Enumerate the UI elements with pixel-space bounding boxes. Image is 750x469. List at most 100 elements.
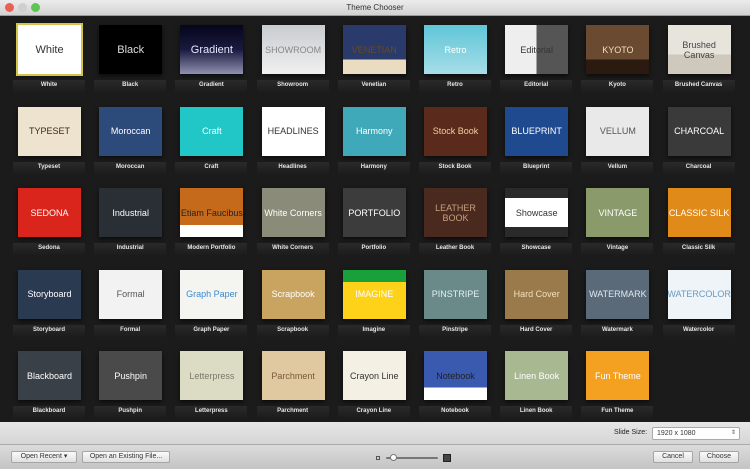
slide-size-select[interactable]: 1920 x 1080 ⇕ xyxy=(652,427,740,440)
theme-tile[interactable]: Storyboard Storyboard xyxy=(13,262,85,338)
theme-tile[interactable]: CHARCOAL Charcoal xyxy=(662,99,735,175)
theme-tile[interactable]: Letterpress Letterpress xyxy=(175,343,248,419)
theme-tile[interactable]: White White xyxy=(13,17,85,93)
slider-knob[interactable] xyxy=(390,454,397,461)
theme-thumbnail[interactable]: PORTFOLIO xyxy=(342,188,406,237)
theme-tile[interactable]: KYOTO Kyoto xyxy=(581,17,654,93)
theme-thumbnail[interactable]: KYOTO xyxy=(586,25,650,74)
theme-thumbnail[interactable]: Notebook xyxy=(424,351,487,400)
theme-thumbnail[interactable]: PINSTRIPE xyxy=(424,269,487,319)
theme-tile[interactable]: Parchment Parchment xyxy=(256,343,329,419)
theme-thumbnail[interactable]: Black xyxy=(99,25,163,74)
theme-tile[interactable]: Scrapbook Scrapbook xyxy=(256,262,329,338)
theme-thumbnail[interactable]: Stock Book xyxy=(424,106,487,156)
theme-thumbnail[interactable]: Parchment xyxy=(261,351,325,400)
choose-button[interactable]: Choose xyxy=(699,451,739,463)
theme-tile[interactable]: Showcase Showcase xyxy=(500,180,573,256)
theme-tile[interactable]: WATERMARK Watermark xyxy=(581,262,654,338)
theme-tile[interactable]: Stock Book Stock Book xyxy=(419,99,491,175)
theme-tile[interactable]: Craft Craft xyxy=(175,99,248,175)
theme-thumbnail[interactable]: VINTAGE xyxy=(586,188,650,237)
theme-thumbnail[interactable]: BLUEPRINT xyxy=(505,106,569,156)
theme-thumbnail[interactable]: HEADLINES xyxy=(261,106,325,156)
theme-thumbnail[interactable]: TYPESET xyxy=(18,106,81,156)
theme-thumbnail[interactable]: WATERMARK xyxy=(586,269,650,319)
theme-tile[interactable]: BLUEPRINT Blueprint xyxy=(500,99,573,175)
theme-thumbnail[interactable]: SEDONA xyxy=(18,188,81,237)
theme-thumbnail[interactable]: VENETIAN xyxy=(342,25,406,74)
thumbnail-size-slider[interactable] xyxy=(376,454,452,462)
theme-thumbnail[interactable]: Fun Theme xyxy=(586,351,650,400)
theme-thumbnail[interactable]: Etiam Faucibus xyxy=(180,188,244,237)
theme-tile[interactable]: Retro Retro xyxy=(419,17,491,93)
theme-thumbnail[interactable]: LEATHER BOOK xyxy=(424,188,487,237)
theme-thumbnail[interactable]: Showcase xyxy=(505,188,569,237)
theme-tile[interactable]: Linen Book Linen Book xyxy=(500,343,573,419)
theme-tile[interactable]: Etiam Faucibus Modern Portfolio xyxy=(175,180,248,256)
theme-thumbnail[interactable]: CLASSIC SILK xyxy=(667,188,731,237)
open-recent-button[interactable]: Open Recent ▾ xyxy=(11,451,77,463)
theme-tile[interactable]: Harmony Harmony xyxy=(337,99,410,175)
theme-tile[interactable]: Blackboard Blackboard xyxy=(13,343,85,419)
theme-tile[interactable]: Moroccan Moroccan xyxy=(94,99,167,175)
theme-thumbnail[interactable]: Editorial xyxy=(505,25,569,74)
theme-tile[interactable]: Formal Formal xyxy=(94,262,167,338)
theme-label: Harmony xyxy=(337,161,410,175)
theme-tile[interactable]: WATERCOLOR Watercolor xyxy=(662,262,735,338)
theme-thumbnail[interactable]: Blackboard xyxy=(18,351,81,400)
theme-tile[interactable]: HEADLINES Headlines xyxy=(256,99,329,175)
theme-tile[interactable]: VENETIAN Venetian xyxy=(337,17,410,93)
theme-tile[interactable]: Notebook Notebook xyxy=(419,343,491,419)
minimize-button[interactable] xyxy=(18,3,27,12)
theme-thumbnail[interactable]: Industrial xyxy=(99,188,163,237)
theme-thumbnail[interactable]: Storyboard xyxy=(18,269,81,319)
theme-tile[interactable]: Pushpin Pushpin xyxy=(94,343,167,419)
theme-tile[interactable]: SHOWROOM Showroom xyxy=(256,17,329,93)
theme-thumbnail[interactable]: Hard Cover xyxy=(505,269,569,319)
theme-tile[interactable]: Graph Paper Graph Paper xyxy=(175,262,248,338)
theme-tile[interactable]: Fun Theme Fun Theme xyxy=(581,343,654,419)
theme-tile[interactable]: VINTAGE Vintage xyxy=(581,180,654,256)
theme-tile[interactable]: Black Black xyxy=(94,17,167,93)
theme-tile[interactable]: Editorial Editorial xyxy=(500,17,573,93)
open-existing-file-button[interactable]: Open an Existing File... xyxy=(82,451,170,463)
theme-tile[interactable]: White Corners White Corners xyxy=(256,180,329,256)
theme-thumbnail[interactable]: Letterpress xyxy=(180,351,244,400)
theme-thumbnail[interactable]: IMAGINE xyxy=(342,269,406,319)
theme-label: Imagine xyxy=(337,324,410,338)
theme-tile[interactable]: Gradient Gradient xyxy=(175,17,248,93)
theme-thumbnail[interactable]: CHARCOAL xyxy=(667,106,731,156)
theme-tile[interactable]: Crayon Line Crayon Line xyxy=(337,343,410,419)
theme-thumbnail[interactable]: VELLUM xyxy=(586,106,650,156)
theme-tile[interactable]: SEDONA Sedona xyxy=(13,180,85,256)
theme-thumbnail[interactable]: Gradient xyxy=(180,25,244,74)
theme-tile[interactable]: Hard Cover Hard Cover xyxy=(500,262,573,338)
theme-tile[interactable]: LEATHER BOOK Leather Book xyxy=(419,180,491,256)
theme-tile[interactable]: VELLUM Vellum xyxy=(581,99,654,175)
theme-tile[interactable]: PINSTRIPE Pinstripe xyxy=(419,262,491,338)
theme-thumbnail[interactable]: WATERCOLOR xyxy=(667,269,731,319)
close-button[interactable] xyxy=(5,3,14,12)
theme-tile[interactable]: PORTFOLIO Portfolio xyxy=(337,180,410,256)
theme-thumbnail[interactable]: Graph Paper xyxy=(180,269,244,319)
theme-tile[interactable]: Brushed Canvas Brushed Canvas xyxy=(662,17,735,93)
theme-tile[interactable]: IMAGINE Imagine xyxy=(337,262,410,338)
theme-tile[interactable]: CLASSIC SILK Classic Silk xyxy=(662,180,735,256)
theme-thumbnail[interactable]: Linen Book xyxy=(505,351,569,400)
zoom-button[interactable] xyxy=(31,3,40,12)
theme-thumbnail[interactable]: Harmony xyxy=(342,106,406,156)
theme-thumbnail[interactable]: Brushed Canvas xyxy=(667,25,731,74)
theme-thumbnail[interactable]: Retro xyxy=(424,25,487,74)
theme-thumbnail[interactable]: Pushpin xyxy=(99,351,163,400)
theme-thumbnail[interactable]: Moroccan xyxy=(99,106,163,156)
theme-thumbnail[interactable]: SHOWROOM xyxy=(261,25,325,74)
theme-thumbnail[interactable]: Crayon Line xyxy=(342,351,406,400)
theme-thumbnail[interactable]: Craft xyxy=(180,106,244,156)
cancel-button[interactable]: Cancel xyxy=(653,451,693,463)
theme-tile[interactable]: TYPESET Typeset xyxy=(13,99,85,175)
theme-tile[interactable]: Industrial Industrial xyxy=(94,180,167,256)
theme-thumbnail[interactable]: White xyxy=(16,23,83,76)
theme-thumbnail[interactable]: White Corners xyxy=(261,188,325,237)
theme-thumbnail[interactable]: Formal xyxy=(99,269,163,319)
theme-thumbnail[interactable]: Scrapbook xyxy=(261,269,325,319)
